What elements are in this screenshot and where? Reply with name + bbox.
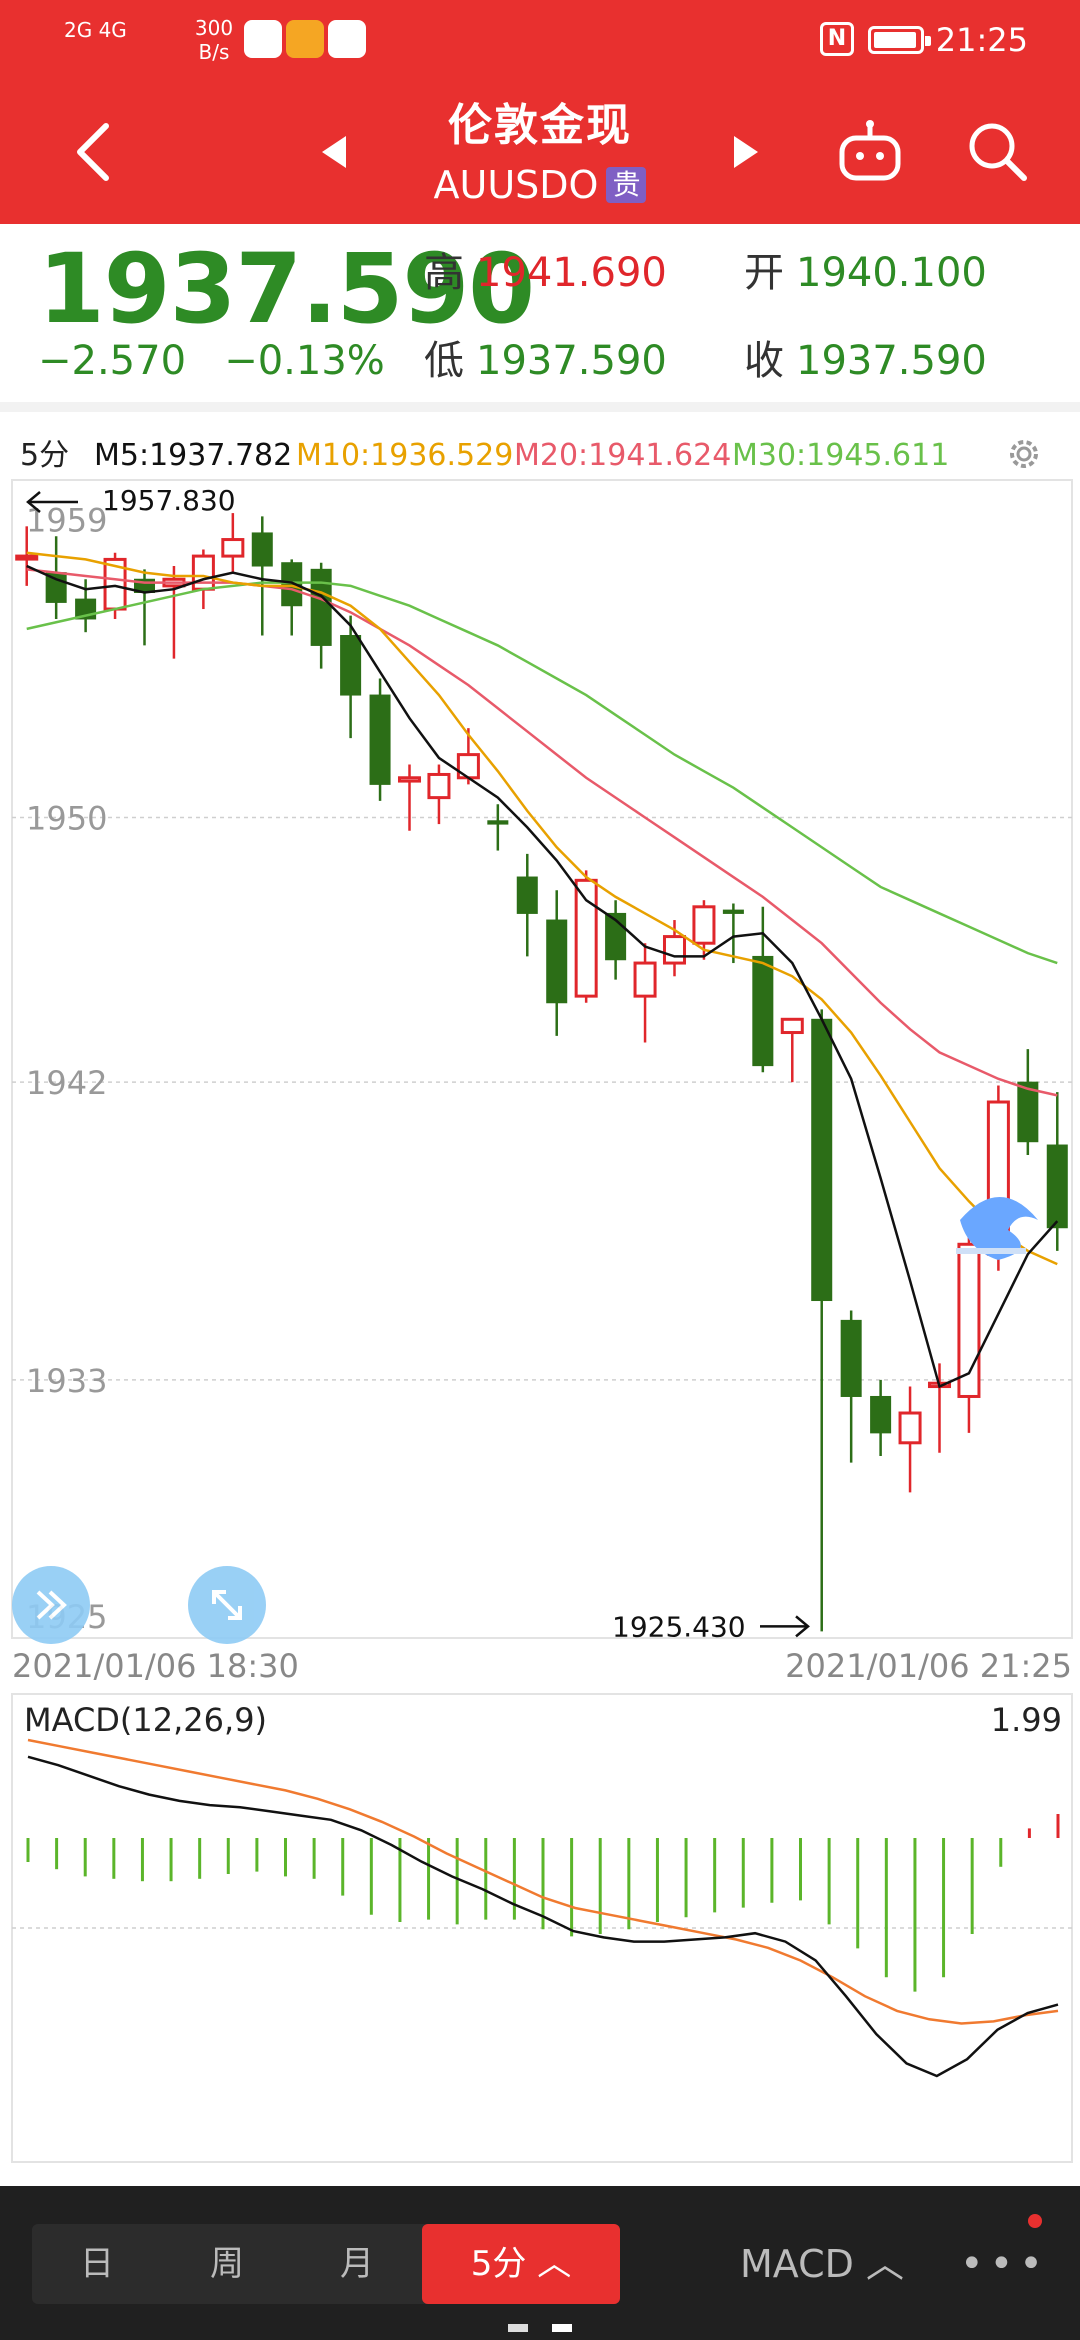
chart-settings-icon[interactable] — [1004, 434, 1044, 474]
candle-body — [546, 919, 568, 1004]
fullscreen-button[interactable] — [188, 1566, 266, 1644]
candle-body — [752, 955, 774, 1067]
tab-month[interactable]: 月 — [292, 2224, 422, 2304]
app-notification-icon — [244, 20, 282, 58]
candle-body — [722, 909, 744, 914]
open-value: 1940.100 — [796, 250, 987, 296]
double-arrow-icon — [36, 1590, 67, 1620]
candle-body — [633, 961, 657, 998]
candle-body — [369, 694, 391, 785]
low-stat: 低 1937.590 — [424, 336, 667, 386]
y-tick-label: 1933 — [26, 1362, 107, 1400]
candle-body — [427, 772, 451, 800]
bottom-toolbar: 日 周 月 5分 ︿ MACD ︿ ••• — [0, 2186, 1080, 2340]
network-rate: 300 B/s — [190, 16, 238, 64]
candle-body — [840, 1319, 862, 1397]
open-stat: 开 1940.100 — [744, 248, 987, 298]
candle-body — [780, 1017, 804, 1035]
candle-body — [487, 820, 509, 825]
clock: 21:25 — [935, 21, 1028, 59]
ma5-line — [26, 564, 1059, 1389]
macd-dif-line — [27, 1755, 1059, 2078]
symbol-code: AUUSDO — [433, 163, 599, 207]
more-button[interactable]: ••• — [960, 2224, 1049, 2304]
ma5-value: M5:1937.782 — [94, 438, 293, 473]
candle-body — [310, 568, 332, 646]
collapse-float-button[interactable] — [12, 1566, 90, 1644]
battery-icon — [868, 26, 931, 54]
page-title: 伦敦金现 — [448, 100, 632, 151]
tab-week[interactable]: 周 — [162, 2224, 292, 2304]
candle-body — [340, 635, 362, 696]
expand-icon — [212, 1590, 242, 1620]
candle-body — [397, 776, 422, 783]
y-tick-label: 1942 — [26, 1064, 107, 1102]
quote-panel: 1937.590 −2.570 −0.13% 高 1941.690 开 1940.1… — [0, 224, 1080, 412]
close-value: 1937.590 — [796, 338, 987, 384]
y-tick-label: 1950 — [26, 799, 107, 837]
baidu-notification-icon — [328, 20, 366, 58]
ma20-line — [26, 568, 1058, 1097]
macd-chart[interactable] — [0, 1690, 1080, 2168]
high-stat: 高 1941.690 — [424, 248, 667, 298]
candle-body — [221, 538, 245, 558]
low-label: 低 — [424, 338, 464, 384]
ma20-value: M20:1941.624 — [514, 438, 732, 473]
close-label: 收 — [744, 338, 784, 384]
tab-5min[interactable]: 5分 ︿ — [422, 2224, 620, 2304]
ma10-line — [26, 551, 1058, 1266]
high-label: 高 — [424, 250, 464, 296]
candle-body — [811, 1018, 833, 1302]
price-change: −2.570 −0.13% — [38, 336, 385, 386]
dolphin-mascot-icon — [956, 1197, 1038, 1260]
page-indicator — [508, 2324, 528, 2332]
y-tick-label: 1959 — [26, 502, 107, 540]
category-badge: 贵 — [606, 167, 647, 203]
ma30-value: M30:1945.611 — [732, 438, 950, 473]
max-price-label: 1957.830 — [102, 484, 236, 517]
app-header: 2G 4G 300 B/s N 21:25 伦敦金现 AUUSDO 贵 — [0, 0, 1080, 224]
candlestick-chart[interactable]: 195919501942193319251957.8301925.430 — [0, 478, 1080, 1644]
x-axis-start-label: 2021/01/06 18:30 — [12, 1647, 299, 1685]
x-axis-end-label: 2021/01/06 21:25 — [785, 1647, 1072, 1685]
nfc-icon: N — [820, 22, 854, 56]
ma-legend: 5分 M5:1937.782 M10:1936.529 M20:1941.624… — [0, 432, 1080, 480]
candle-body — [870, 1395, 892, 1434]
candle-body — [662, 935, 687, 965]
status-bar: 2G 4G 300 B/s N 21:25 — [0, 0, 1080, 80]
high-value: 1941.690 — [476, 250, 667, 296]
app-notification-icon — [286, 20, 324, 58]
notification-dot — [1028, 2214, 1042, 2228]
signal-indicator: 2G 4G — [64, 18, 127, 42]
robot-assistant-icon[interactable] — [836, 118, 904, 186]
symbol-line: AUUSDO 贵 — [0, 162, 1080, 208]
plot-frame — [11, 479, 1073, 1639]
candle-body — [251, 532, 273, 567]
page-indicator-active — [552, 2324, 572, 2332]
change-percent: −0.13% — [224, 338, 385, 384]
tab-day[interactable]: 日 — [32, 2224, 162, 2304]
close-stat: 收 1937.590 — [744, 336, 987, 386]
candle-body — [574, 878, 598, 998]
change-value: −2.570 — [38, 338, 187, 384]
candle-body — [898, 1411, 922, 1445]
search-icon[interactable] — [966, 120, 1030, 184]
period-tabs: 日 周 月 5分 ︿ — [32, 2224, 620, 2304]
candle-body — [191, 554, 215, 591]
candle-body — [1046, 1144, 1068, 1229]
ma30-line — [26, 581, 1058, 965]
indicator-selector[interactable]: MACD ︿ — [740, 2224, 904, 2304]
open-label: 开 — [744, 250, 784, 296]
min-price-label: 1925.430 — [612, 1610, 746, 1643]
rate-unit: B/s — [198, 40, 230, 64]
low-value: 1937.590 — [476, 338, 667, 384]
candle-body — [15, 554, 39, 561]
period-label: 5分 — [20, 438, 70, 473]
candle-body — [281, 562, 303, 607]
ma10-value: M10:1936.529 — [296, 438, 514, 473]
candle-body — [516, 876, 538, 914]
candle-body — [692, 905, 716, 945]
rate-value: 300 — [194, 16, 234, 40]
next-symbol-icon[interactable] — [730, 132, 762, 172]
